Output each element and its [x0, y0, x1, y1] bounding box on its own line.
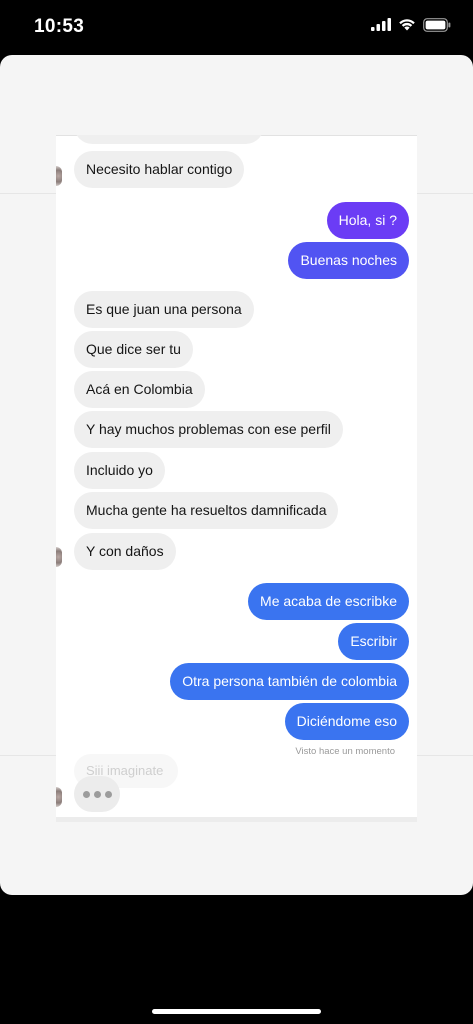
message-bubble-outgoing: Escribir [338, 623, 409, 660]
typing-indicator [74, 776, 120, 812]
message-bubble-partial [74, 135, 264, 144]
contact-avatar [56, 547, 62, 567]
message-bubble-outgoing: Hola, si ? [326, 202, 409, 239]
message-bubble-outgoing: Diciéndome eso [284, 703, 409, 740]
message-bubble-incoming: Y hay muchos problemas con ese perfil [74, 411, 343, 448]
status-time: 10:53 [34, 16, 85, 37]
message-bubble-incoming: Necesito hablar contigo [74, 151, 245, 188]
divider [56, 817, 417, 822]
status-bar: 10:53 [0, 0, 473, 56]
message-bubble-outgoing: Buenas noches [288, 242, 409, 279]
message-bubble-outgoing: Me acaba de escribke [248, 583, 409, 620]
battery-icon [423, 17, 451, 37]
message-bubble-incoming: Incluido yo [74, 452, 165, 489]
contact-avatar [56, 787, 62, 807]
message-bubble-outgoing: Otra persona también de colombia [170, 663, 409, 700]
message-bubble-incoming: Y con daños [74, 533, 176, 570]
typing-dot [104, 790, 112, 798]
status-icons [371, 17, 451, 37]
cellular-signal-icon [371, 18, 391, 36]
chat-screenshot: Necesito hablar contigo Hola, si ? Buena… [56, 135, 417, 822]
contact-avatar [56, 166, 62, 186]
message-bubble-incoming: Es que juan una persona [74, 291, 254, 328]
message-bubble-incoming: Mucha gente ha resueltos damnificada [74, 492, 339, 529]
typing-dot [82, 790, 90, 798]
wifi-icon [398, 18, 416, 36]
share-sheet: Necesito hablar contigo Hola, si ? Buena… [0, 55, 473, 895]
typing-dot [93, 790, 101, 798]
message-bubble-incoming: Acá en Colombia [74, 371, 205, 408]
seen-status: Visto hace un momento [295, 746, 395, 757]
message-bubble-incoming: Que dice ser tu [74, 331, 193, 368]
home-indicator[interactable] [152, 1009, 321, 1014]
